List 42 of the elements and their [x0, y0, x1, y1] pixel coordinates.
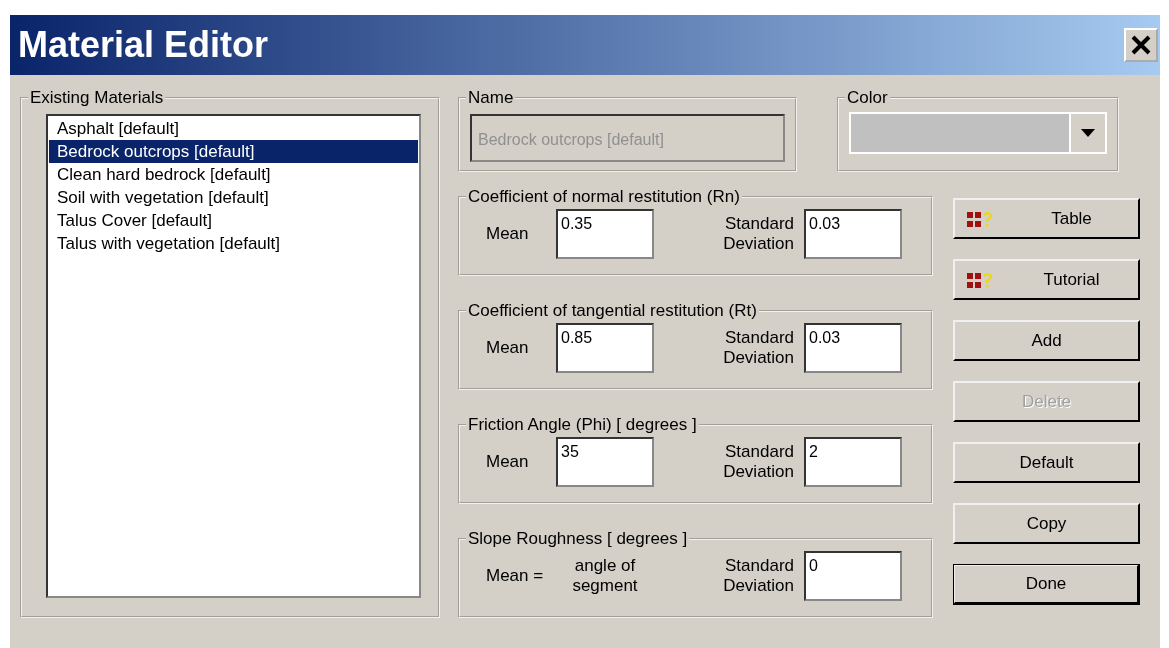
button[interactable]: Done: [953, 564, 1140, 605]
list-item[interactable]: Clean hard bedrock [default]: [49, 163, 418, 186]
dropdown-arrow-icon: [1081, 129, 1095, 137]
group-label: Friction Angle (Phi) [ degrees ]: [467, 416, 698, 433]
deviation-field[interactable]: 0: [804, 551, 902, 601]
window-title: Material Editor: [18, 23, 269, 67]
list-item[interactable]: Bedrock outcrops [default]: [49, 140, 418, 163]
list-item[interactable]: Soil with vegetation [default]: [49, 186, 418, 209]
group-label: Slope Roughness [ degrees ]: [467, 530, 689, 547]
field-label: Mean =: [485, 565, 545, 588]
button[interactable]: Tutorial: [953, 259, 1140, 300]
deviation-field[interactable]: 0.03: [804, 323, 902, 373]
group-label: Coefficient of tangential restitution (Rt): [467, 302, 758, 319]
list-item[interactable]: Talus with vegetation [default]: [49, 232, 418, 255]
field-label: Mean: [485, 223, 530, 246]
button[interactable]: Add: [953, 320, 1140, 361]
group-label: Name: [467, 89, 515, 106]
group-label: Coefficient of normal restitution (Rn): [467, 188, 741, 205]
field-text: angle of segment: [571, 555, 639, 597]
field-label: Standard Deviation: [722, 327, 795, 369]
close-button[interactable]: [1124, 28, 1158, 62]
field-label: Standard Deviation: [722, 555, 795, 597]
button[interactable]: Copy: [953, 503, 1140, 544]
help-icon: [967, 211, 993, 229]
mean-field[interactable]: 35: [556, 437, 654, 487]
color-dropdown[interactable]: [849, 112, 1107, 154]
deviation-field[interactable]: 2: [804, 437, 902, 487]
group-label: Existing Materials: [29, 89, 165, 106]
field-label: Mean: [485, 451, 530, 474]
field-label: Standard Deviation: [722, 441, 795, 483]
deviation-field[interactable]: 0.03: [804, 209, 902, 259]
list-item[interactable]: Asphalt [default]: [49, 117, 418, 140]
group-label: Color: [846, 89, 889, 106]
button[interactable]: Default: [953, 442, 1140, 483]
list-item[interactable]: Talus Cover [default]: [49, 209, 418, 232]
close-icon: [1130, 34, 1152, 56]
mean-field[interactable]: 0.85: [556, 323, 654, 373]
help-icon: [967, 272, 993, 290]
field-label: Standard Deviation: [722, 213, 795, 255]
button[interactable]: Table: [953, 198, 1140, 239]
mean-field[interactable]: 0.35: [556, 209, 654, 259]
field-label: Mean: [485, 337, 530, 360]
